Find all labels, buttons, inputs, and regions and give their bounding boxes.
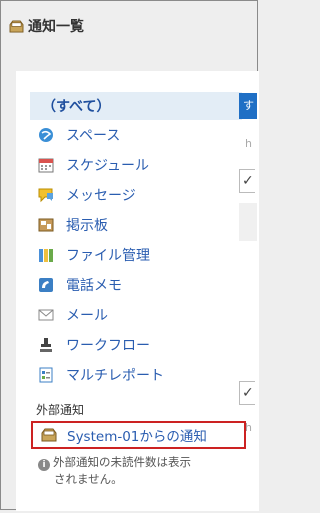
category-label: ワークフロー — [66, 338, 150, 354]
category-item-message[interactable]: メッセージ — [30, 180, 242, 210]
globe-icon — [38, 127, 54, 143]
category-item-space[interactable]: スペース — [30, 120, 242, 150]
page-header: 通知一覧 — [9, 16, 84, 36]
category-item-schedule[interactable]: スケジュール — [30, 150, 242, 180]
category-item-mail[interactable]: メール — [30, 300, 242, 330]
inbox-tray-icon — [41, 428, 57, 442]
phone-memo-icon — [38, 277, 54, 293]
window-frame: 通知一覧 （すべて） スペース スケジュール メッセージ 掲示板 ファイル管理 … — [0, 0, 259, 513]
category-item-all[interactable]: （すべて） — [30, 92, 242, 120]
external-notification-label: System-01からの通知 — [67, 429, 207, 445]
row-partial — [239, 203, 257, 241]
column-header-partial: h — [245, 137, 252, 150]
right-content-edge: す h ✓ ✓ h — [239, 93, 257, 513]
category-label: マルチレポート — [66, 368, 164, 384]
category-label: 掲示板 — [66, 218, 108, 234]
category-item-phone-memo[interactable]: 電話メモ — [30, 270, 242, 300]
category-label: メッセージ — [66, 188, 136, 204]
category-label: ファイル管理 — [66, 248, 150, 264]
envelope-icon — [38, 307, 54, 323]
note-line-1: 外部通知の未読件数は表示 — [53, 455, 191, 469]
category-item-file-management[interactable]: ファイル管理 — [30, 240, 242, 270]
inbox-tray-icon — [9, 19, 24, 33]
folder-icon — [38, 247, 54, 263]
category-label: 電話メモ — [66, 278, 122, 294]
external-notification-item[interactable]: System-01からの通知 — [31, 421, 246, 449]
category-label: スペース — [66, 128, 121, 144]
select-all-checkbox[interactable]: ✓ — [239, 169, 255, 193]
category-item-workflow[interactable]: ワークフロー — [30, 330, 242, 360]
external-note: i 外部通知の未読件数は表示 されません。 — [38, 454, 248, 488]
row-checkbox[interactable]: ✓ — [239, 381, 255, 405]
tab-partial[interactable]: す — [239, 93, 257, 119]
category-label: （すべて） — [42, 99, 111, 115]
report-icon — [38, 367, 54, 383]
notification-category-list: （すべて） スペース スケジュール メッセージ 掲示板 ファイル管理 電話メモ … — [30, 92, 242, 390]
stamp-icon — [38, 337, 54, 353]
category-item-multi-report[interactable]: マルチレポート — [30, 360, 242, 390]
category-label: スケジュール — [66, 158, 150, 174]
category-label: メール — [66, 308, 108, 324]
calendar-icon — [38, 157, 54, 173]
info-icon: i — [38, 459, 50, 471]
category-item-bulletin[interactable]: 掲示板 — [30, 210, 242, 240]
content-panel: （すべて） スペース スケジュール メッセージ 掲示板 ファイル管理 電話メモ … — [16, 71, 259, 511]
bulletin-board-icon — [38, 217, 54, 233]
note-line-2: されません。 — [54, 472, 123, 486]
speech-bubble-icon — [38, 187, 54, 203]
page-title: 通知一覧 — [28, 19, 84, 35]
external-section-label: 外部通知 — [36, 403, 85, 417]
column-footer-partial: h — [245, 421, 252, 434]
